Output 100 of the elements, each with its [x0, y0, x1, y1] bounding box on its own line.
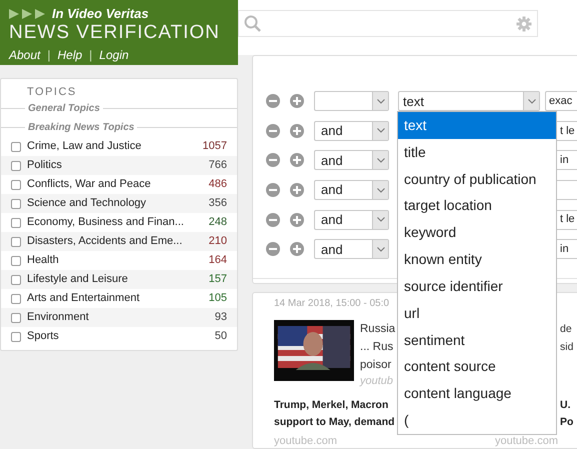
connector-select[interactable]: and	[314, 150, 389, 170]
minus-icon[interactable]	[266, 212, 280, 227]
search-icon	[244, 15, 261, 32]
topic-row[interactable]: Environment 93	[1, 308, 237, 327]
connector-select[interactable]: and	[314, 120, 389, 141]
topic-count: 356	[208, 196, 227, 212]
news-source: youtube.com	[274, 435, 338, 448]
caret-icon	[372, 151, 388, 170]
plus-icon[interactable]	[290, 212, 304, 227]
dropdown-option[interactable]: keyword	[398, 219, 556, 246]
topic-count: 157	[208, 272, 227, 288]
news-date: 14 Mar 2018, 15:00 - 05:0	[274, 297, 390, 311]
topic-label: Politics	[27, 158, 62, 174]
nav-link[interactable]: Login	[99, 46, 129, 64]
headline-line[interactable]: Po	[560, 414, 574, 431]
topic-count: 50	[214, 329, 227, 344]
checkbox[interactable]	[11, 332, 21, 342]
connector-select[interactable]: and	[314, 239, 389, 260]
checkbox[interactable]	[11, 256, 21, 266]
caret-icon	[372, 122, 388, 140]
checkbox[interactable]	[11, 160, 21, 170]
topic-label: Disasters, Accidents and Eme...	[27, 234, 182, 250]
caret-icon	[372, 92, 388, 110]
plus-icon[interactable]	[290, 124, 304, 138]
dropdown-option[interactable]: url	[398, 300, 556, 327]
topic-row[interactable]: Science and Technology 356	[1, 194, 237, 213]
topic-label: Crime, Law and Justice	[27, 139, 142, 154]
news-source: youtube.com	[495, 435, 558, 448]
connector-select[interactable]	[314, 91, 389, 112]
topic-count: 486	[208, 177, 227, 192]
topic-count: 210	[208, 234, 227, 250]
checkbox[interactable]	[11, 312, 21, 322]
plus-icon[interactable]	[290, 242, 304, 256]
checkbox[interactable]	[11, 218, 21, 228]
connector-select[interactable]: and	[314, 180, 389, 200]
minus-icon[interactable]	[266, 124, 280, 138]
dropdown-option[interactable]: (	[398, 407, 556, 434]
settings-icon[interactable]	[516, 16, 532, 32]
checkbox[interactable]	[11, 236, 21, 246]
topic-count: 164	[208, 253, 227, 268]
dropdown-option[interactable]: content source	[398, 353, 556, 380]
nav-link[interactable]: Help	[57, 46, 82, 64]
dropdown-option[interactable]: country of publication	[398, 166, 556, 192]
plus-icon[interactable]	[290, 94, 304, 108]
topic-count: 93	[214, 310, 227, 326]
topic-label: Science and Technology	[27, 196, 146, 212]
caret-icon	[372, 181, 388, 200]
minus-icon[interactable]	[266, 242, 280, 256]
topic-label: Environment	[27, 310, 89, 326]
checkbox[interactable]	[11, 274, 21, 284]
nav-link[interactable]: About	[9, 46, 40, 64]
topic-label: Economy, Business and Finan...	[27, 215, 184, 230]
news-title-line[interactable]: sid	[560, 338, 574, 356]
field-select[interactable]: text	[398, 91, 540, 112]
link-separator: |	[47, 47, 50, 64]
connector-select[interactable]: and	[314, 210, 389, 230]
topics-title: TOPICS	[26, 86, 78, 99]
tagline: In Video Veritas	[52, 6, 149, 22]
topic-count: 248	[208, 215, 227, 230]
topic-row[interactable]: Lifestyle and Leisure 157	[1, 270, 237, 289]
operator-select[interactable]: exac	[545, 91, 577, 112]
news-title-line[interactable]: de	[560, 320, 572, 338]
minus-icon[interactable]	[266, 183, 280, 198]
caret-icon	[372, 210, 388, 229]
topic-label: Lifestyle and Leisure	[27, 272, 128, 288]
minus-icon[interactable]	[266, 153, 280, 168]
checkbox[interactable]	[11, 198, 21, 208]
headline-line[interactable]: Trump, Merkel, Macron	[274, 397, 388, 414]
search-field[interactable]	[238, 10, 538, 37]
checkbox[interactable]	[11, 142, 21, 152]
triangles-icon	[9, 9, 46, 19]
dropdown-option[interactable]: sentiment	[398, 326, 556, 354]
minus-icon[interactable]	[266, 94, 280, 108]
dropdown-option[interactable]: content language	[398, 380, 556, 408]
topic-label: Health	[27, 253, 59, 268]
link-separator: |	[89, 47, 92, 64]
checkbox[interactable]	[11, 180, 21, 190]
headline-line[interactable]: support to May, demand	[274, 414, 395, 431]
caret-icon	[372, 240, 388, 258]
plus-icon[interactable]	[290, 183, 304, 198]
topic-label: Conflicts, War and Peace	[27, 177, 151, 192]
topic-count: 105	[208, 291, 227, 306]
news-title-line[interactable]: poisor	[360, 356, 392, 374]
dropdown-option[interactable]: source identifier	[398, 272, 556, 300]
dropdown-option[interactable]: title	[398, 138, 556, 166]
checkbox[interactable]	[11, 294, 21, 304]
topic-count: 1057	[202, 139, 227, 154]
news-source: youtub	[360, 374, 394, 389]
dropdown-option[interactable]: text	[398, 112, 556, 139]
topic-count: 766	[208, 158, 227, 174]
topic-row[interactable]: Disasters, Accidents and Eme... 210	[1, 232, 237, 251]
news-title-line[interactable]: Russia	[360, 320, 396, 338]
topic-group[interactable]: General Topics	[25, 101, 103, 116]
topic-group[interactable]: Breaking News Topics	[25, 120, 138, 135]
headline-line[interactable]: U.	[560, 397, 570, 414]
dropdown-option[interactable]: known entity	[398, 246, 556, 273]
plus-icon[interactable]	[290, 153, 304, 168]
dropdown-option[interactable]: target location	[398, 192, 556, 220]
news-title-line[interactable]: ... Rus	[360, 338, 394, 356]
topic-row[interactable]: Politics 766	[1, 156, 237, 175]
